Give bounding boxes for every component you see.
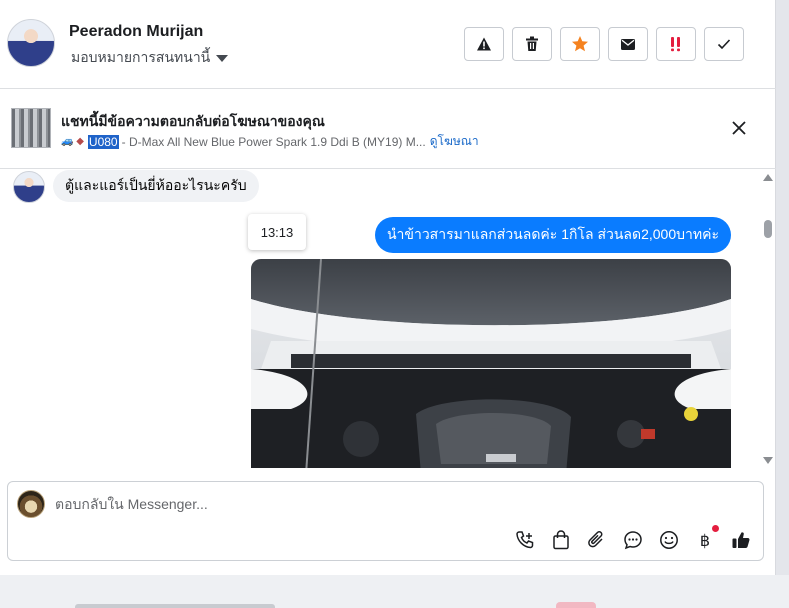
call-add-icon — [516, 531, 534, 549]
emoji-button[interactable] — [658, 529, 680, 551]
star-icon — [572, 36, 588, 52]
scroll-down-icon[interactable] — [763, 457, 773, 464]
message-thread: ตู้และแอร์เป็นยี่ห้ออะไรนะครับ 13:13 นำข… — [0, 170, 776, 468]
contact-name[interactable]: Peeradon Murijan — [69, 23, 203, 41]
contact-avatar[interactable] — [7, 19, 55, 67]
check-icon — [717, 39, 731, 50]
follow-up-icon — [671, 37, 680, 52]
shop-button[interactable] — [550, 529, 572, 551]
reply-input[interactable] — [55, 492, 735, 516]
emoji-icon — [660, 531, 678, 549]
trash-icon — [526, 36, 538, 51]
envelope-icon — [621, 38, 635, 50]
report-spam-button[interactable] — [464, 27, 504, 61]
sender-avatar — [13, 171, 45, 203]
browser-tab-edge-pink — [556, 602, 596, 608]
assign-conversation-dropdown[interactable]: มอบหมายการสนทนานี้ — [71, 47, 229, 69]
conversation-header: Peeradon Murijan มอบหมายการสนทนานี้ — [0, 0, 776, 89]
follow-up-button[interactable] — [656, 27, 696, 61]
view-ad-link[interactable]: ดูโฆษณา — [430, 132, 479, 151]
attach-button[interactable] — [586, 529, 608, 551]
notification-dot — [712, 525, 719, 532]
outgoing-message[interactable]: นำข้าวสารมาแลกส่วนลดค่ะ 1กิโล ส่วนลด2,00… — [374, 217, 731, 253]
star-button[interactable] — [560, 27, 600, 61]
like-button[interactable] — [730, 529, 752, 551]
assign-label: มอบหมายการสนทนานี้ — [71, 49, 211, 65]
reply-composer: ฿ — [7, 481, 764, 561]
engine-photo[interactable] — [251, 259, 731, 468]
payment-button[interactable]: ฿ — [694, 525, 719, 551]
page-avatar — [17, 490, 45, 518]
mark-done-button[interactable] — [704, 27, 744, 61]
paperclip-icon — [588, 531, 603, 548]
timestamp-tooltip: 13:13 — [248, 214, 306, 250]
scroll-thumb[interactable] — [764, 220, 772, 238]
ad-summary: 🚙 ◆ U080 - D-Max All New Blue Power Spar… — [61, 132, 479, 151]
conversation-panel: Peeradon Murijan มอบหมายการสนทนานี้ แชทน… — [0, 0, 776, 575]
shopping-bag-icon — [553, 530, 569, 550]
close-icon[interactable] — [731, 120, 747, 136]
ad-thumbnail[interactable] — [11, 108, 51, 148]
ad-code: U080 — [87, 134, 119, 149]
saved-reply-icon — [624, 531, 642, 550]
saved-reply-button[interactable] — [622, 529, 644, 551]
caret-down-icon — [216, 55, 229, 62]
scroll-up-icon[interactable] — [763, 174, 773, 181]
mark-unread-button[interactable] — [608, 27, 648, 61]
browser-tab-edge — [75, 604, 275, 608]
engine-photo-image — [251, 259, 731, 468]
incoming-message[interactable]: ตู้และแอร์เป็นยี่ห้ออะไรนะครับ — [53, 170, 259, 202]
delete-button[interactable] — [512, 27, 552, 61]
warning-icon — [477, 37, 491, 51]
call-add-button[interactable] — [514, 529, 536, 551]
ad-emoji: 🚙 ◆ — [61, 136, 84, 147]
ad-context-banner: แชทนี้มีข้อความตอบกลับต่อโฆษณาของคุณ 🚙 ◆… — [0, 89, 776, 169]
ad-text: - D-Max All New Blue Power Spark 1.9 Ddi… — [121, 134, 426, 149]
payment-icon: ฿ — [699, 530, 711, 550]
like-icon — [732, 532, 750, 548]
ad-context-title: แชทนี้มีข้อความตอบกลับต่อโฆษณาของคุณ — [61, 113, 325, 129]
chat-scrollbar[interactable] — [760, 170, 776, 468]
